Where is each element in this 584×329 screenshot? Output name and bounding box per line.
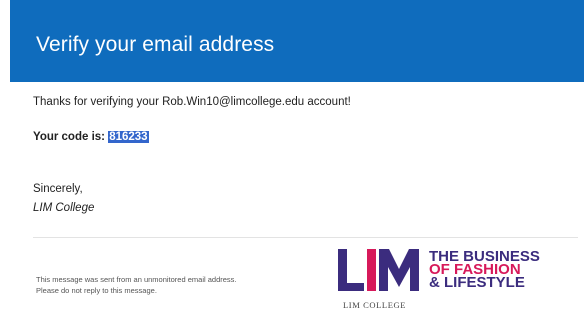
lim-college-logo: THE BUSINESS OF FASHION & LIFESTYLE LIM …: [338, 249, 568, 315]
verification-code[interactable]: 816233: [108, 131, 149, 143]
verification-code-line: Your code is: 816233: [33, 131, 149, 143]
closing-text: Sincerely,: [33, 183, 83, 195]
intro-text: Thanks for verifying your Rob.Win10@limc…: [33, 96, 351, 108]
footer-divider: [33, 237, 578, 238]
lim-logo-mark-icon: [338, 249, 419, 291]
footer-note-line-1: This message was sent from an unmonitore…: [36, 275, 237, 284]
email-header: Verify your email address: [10, 0, 584, 82]
logo-tagline-3: & LIFESTYLE: [429, 274, 525, 291]
email-card: Verify your email address Thanks for ver…: [10, 0, 584, 329]
code-label: Your code is:: [33, 131, 109, 143]
footer-note-line-2: Please do not reply to this message.: [36, 286, 157, 295]
footer-note: This message was sent from an unmonitore…: [36, 274, 237, 296]
email-title: Verify your email address: [36, 33, 275, 56]
logo-college-name: LIM COLLEGE: [343, 300, 407, 310]
signature-text: LIM College: [33, 202, 95, 214]
